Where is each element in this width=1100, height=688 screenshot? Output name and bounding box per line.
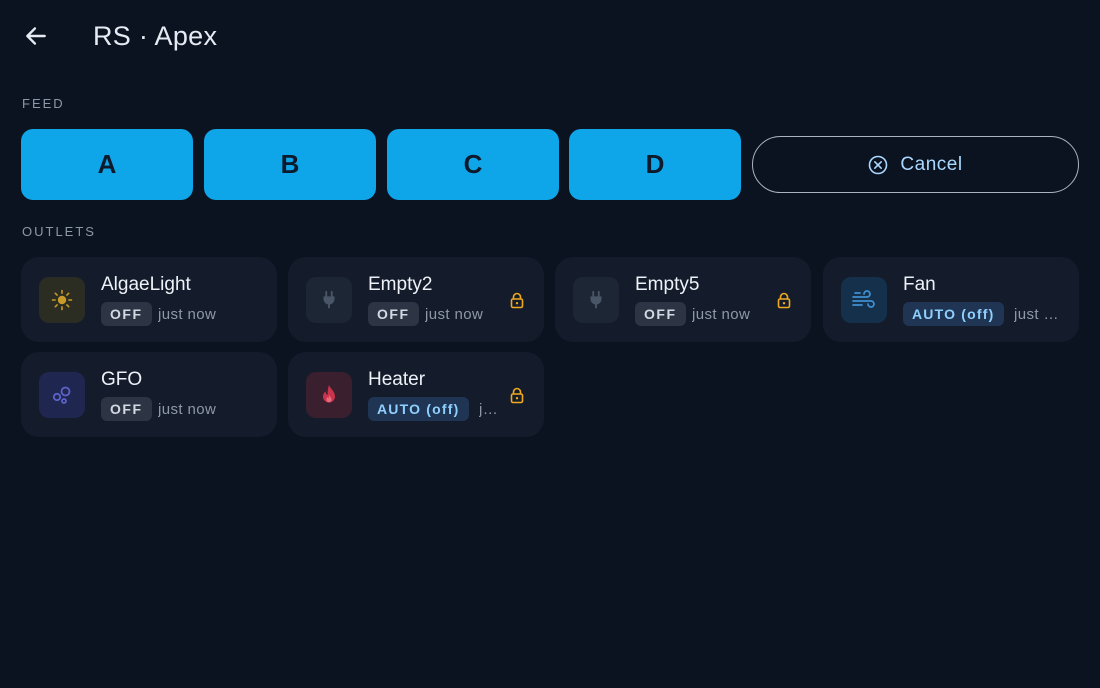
outlet-updated: just now [425, 306, 484, 323]
outlet-updated: just now [158, 306, 217, 323]
outlet-state-badge: AUTO (off) [903, 302, 1004, 326]
outlet-state-badge: OFF [101, 302, 152, 326]
outlet-state-badge: OFF [368, 302, 419, 326]
lock-icon [777, 292, 791, 309]
outlet-updated: just now [479, 401, 499, 418]
header: RS · Apex [0, 0, 1100, 72]
feed-c-button[interactable]: C [387, 129, 559, 200]
arrow-left-icon [26, 27, 46, 45]
outlet-icon-tile [39, 372, 85, 418]
flame-icon [323, 385, 335, 403]
outlet-name: Heater [368, 369, 426, 390]
wind-icon [852, 290, 875, 308]
close-circle-icon [869, 155, 888, 174]
outlet-card-algaelight[interactable]: AlgaeLight OFF just now [21, 257, 277, 342]
page-title: RS · Apex [93, 21, 218, 51]
bubbles-icon [52, 386, 71, 404]
outlet-card-empty5[interactable]: Empty5 OFF just now [555, 257, 811, 342]
outlet-icon-tile [306, 372, 352, 418]
lock-icon [510, 292, 524, 309]
outlet-updated: just now [692, 306, 751, 323]
back-button[interactable] [18, 18, 54, 54]
feed-controls: A B C D Cancel [21, 129, 1079, 200]
outlet-name: Empty5 [635, 274, 700, 295]
cancel-feed-button[interactable]: Cancel [752, 136, 1079, 193]
plug-icon [323, 290, 335, 309]
lock-icon [510, 387, 524, 404]
outlets-section-label: OUTLETS [22, 224, 96, 239]
outlet-updated: just now [158, 401, 217, 418]
feed-a-button[interactable]: A [21, 129, 193, 200]
outlet-name: Fan [903, 274, 936, 295]
feed-d-button[interactable]: D [569, 129, 741, 200]
sun-icon [51, 289, 73, 311]
app-screen: RS · Apex FEED A B C D Cancel OUTLETS Al… [0, 0, 1100, 688]
outlet-name: AlgaeLight [101, 274, 191, 295]
outlet-state-badge: OFF [635, 302, 686, 326]
cancel-label: Cancel [900, 153, 963, 175]
outlet-updated: just now [1014, 306, 1064, 323]
outlet-name: Empty2 [368, 274, 433, 295]
feed-section-label: FEED [22, 96, 65, 111]
outlet-name: GFO [101, 369, 143, 390]
outlet-icon-tile [306, 277, 352, 323]
outlet-card-fan[interactable]: Fan AUTO (off) just now [823, 257, 1079, 342]
outlet-state-badge: OFF [101, 397, 152, 421]
outlet-card-empty2[interactable]: Empty2 OFF just now [288, 257, 544, 342]
outlet-state-badge: AUTO (off) [368, 397, 469, 421]
outlet-icon-tile [841, 277, 887, 323]
outlet-icon-tile [39, 277, 85, 323]
plug-icon [590, 290, 602, 309]
outlet-card-gfo[interactable]: GFO OFF just now [21, 352, 277, 437]
feed-b-button[interactable]: B [204, 129, 376, 200]
outlet-card-heater[interactable]: Heater AUTO (off) just now [288, 352, 544, 437]
outlet-icon-tile [573, 277, 619, 323]
